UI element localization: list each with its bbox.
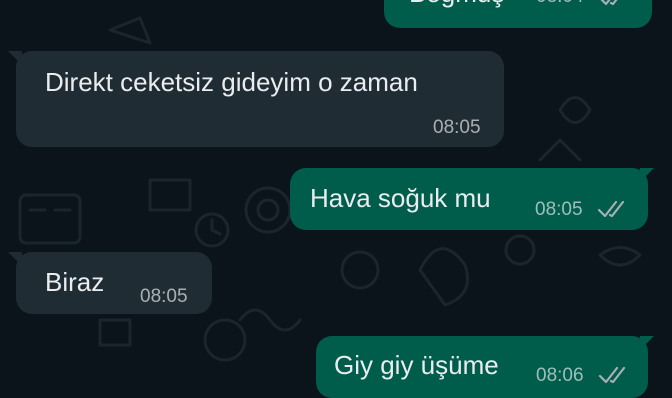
message-text: Boğmuş bbox=[409, 0, 504, 8]
corn-doodle-icon bbox=[558, 96, 592, 124]
message-text: Biraz bbox=[45, 267, 105, 297]
sun-doodle-icon bbox=[340, 250, 380, 290]
message-time: 08:05 bbox=[535, 199, 583, 220]
message-time: 08:05 bbox=[140, 286, 188, 307]
double-check-icon bbox=[600, 0, 618, 6]
message-bubble-incoming[interactable]: Direkt ceketsiz gideyim o zaman 08:05 bbox=[16, 51, 504, 147]
camera-doodle-icon bbox=[244, 186, 292, 234]
message-text: Hava soğuk mu bbox=[310, 183, 491, 213]
message-bubble-outgoing[interactable]: Boğmuş 08:04 bbox=[384, 0, 652, 28]
message-bubble-outgoing[interactable]: Hava soğuk mu 08:05 bbox=[290, 168, 648, 230]
message-time: 08:04 bbox=[536, 0, 584, 8]
message-bubble-outgoing[interactable]: Giy giy üşüme 08:06 bbox=[316, 336, 648, 398]
double-check-icon bbox=[598, 366, 626, 384]
message-bubble-incoming[interactable]: Biraz 08:05 bbox=[16, 252, 212, 314]
message-time: 08:06 bbox=[536, 365, 584, 386]
double-check-icon bbox=[597, 200, 625, 218]
leaf-doodle-icon bbox=[418, 247, 469, 307]
message-text: Giy giy üşüme bbox=[334, 350, 499, 380]
paper-doodle-icon bbox=[108, 16, 152, 45]
heart-doodle-icon bbox=[203, 318, 247, 362]
box-doodle-icon bbox=[148, 178, 192, 212]
calculator-doodle-icon bbox=[18, 193, 82, 245]
message-text: Direkt ceketsiz gideyim o zaman bbox=[45, 67, 418, 97]
message-time: 08:05 bbox=[433, 117, 481, 138]
